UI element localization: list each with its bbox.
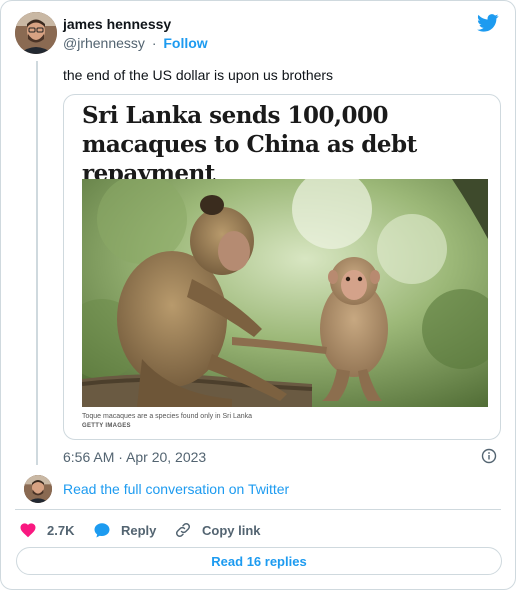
article-headline: Sri Lanka sends 100,000 macaques to Chin… bbox=[82, 102, 417, 187]
tweet-card: james hennessy @jrhennessy · Follow the … bbox=[0, 0, 516, 590]
reply-bubble-icon bbox=[94, 523, 110, 538]
thread-line bbox=[36, 61, 38, 465]
follow-link[interactable]: Follow bbox=[163, 35, 207, 51]
copy-link-button[interactable]: Copy link bbox=[174, 521, 261, 539]
author-handle-row: @jrhennessy · Follow bbox=[63, 35, 208, 51]
link-icon bbox=[175, 522, 191, 538]
tweet-timestamp[interactable]: 6:56 AM · Apr 20, 2023 bbox=[63, 449, 206, 465]
macaques-photo bbox=[82, 179, 488, 407]
reply-label: Reply bbox=[121, 522, 157, 538]
heart-icon bbox=[20, 523, 36, 538]
like-count: 2.7K bbox=[47, 522, 75, 538]
twitter-bird-icon[interactable] bbox=[477, 14, 499, 32]
photo-caption: Toque macaques are a species found only … bbox=[82, 413, 253, 420]
read-conversation-link[interactable]: Read the full conversation on Twitter bbox=[63, 481, 289, 497]
divider bbox=[15, 509, 501, 510]
tweet-text: the end of the US dollar is upon us brot… bbox=[63, 67, 334, 83]
like-button[interactable]: 2.7K bbox=[19, 521, 74, 539]
copy-link-label: Copy link bbox=[202, 522, 261, 538]
separator-dot: · bbox=[151, 35, 157, 51]
author-handle[interactable]: @jrhennessy bbox=[63, 35, 145, 51]
author-name[interactable]: james hennessy bbox=[63, 16, 171, 32]
author-avatar-small[interactable] bbox=[24, 475, 52, 503]
read-replies-button[interactable]: Read 16 replies bbox=[16, 547, 502, 575]
info-icon[interactable] bbox=[481, 448, 497, 464]
author-avatar[interactable] bbox=[15, 12, 57, 54]
photo-credit: GETTY IMAGES bbox=[82, 423, 131, 429]
embedded-article-image[interactable]: Sri Lanka sends 100,000 macaques to Chin… bbox=[63, 94, 501, 440]
reply-button[interactable]: Reply bbox=[93, 521, 156, 539]
